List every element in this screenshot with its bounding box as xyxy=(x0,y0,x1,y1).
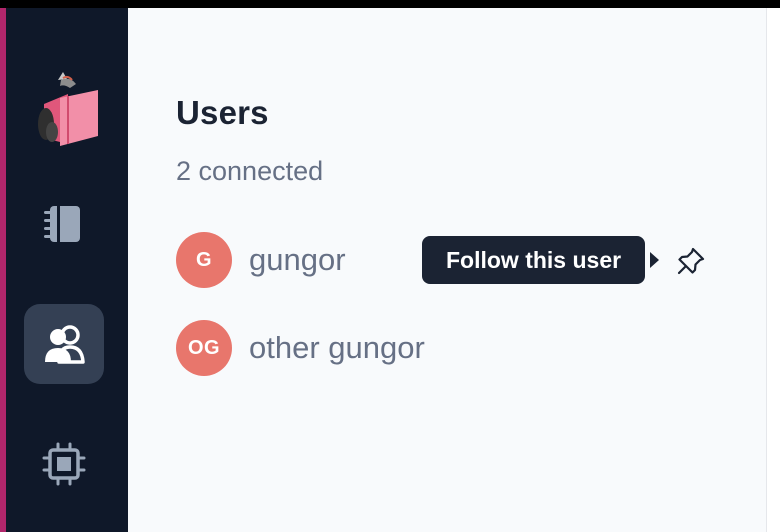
notebook-icon xyxy=(44,206,80,242)
pink-book-mascot-logo-icon xyxy=(38,72,98,146)
pin-icon xyxy=(677,247,705,275)
panel-title: Users xyxy=(176,94,269,131)
sidebar-item-notebook[interactable] xyxy=(24,184,104,264)
cpu-icon xyxy=(42,442,86,486)
users-icon xyxy=(45,325,85,364)
avatar: G xyxy=(176,232,232,288)
sidebar-item-hardware[interactable] xyxy=(24,424,104,504)
window-top-bar xyxy=(0,0,780,8)
sidebar xyxy=(6,8,128,532)
user-name: gungor xyxy=(249,242,346,277)
avatar: OG xyxy=(176,320,232,376)
app-logo[interactable] xyxy=(30,70,102,150)
user-name: other gungor xyxy=(249,330,425,365)
follow-user-button[interactable] xyxy=(674,244,708,278)
user-row-other-gungor[interactable]: OG other gungor xyxy=(176,320,425,376)
tooltip-arrow xyxy=(650,252,659,268)
users-panel: Users 2 connected G gungor OG other gung… xyxy=(128,8,766,532)
right-gutter xyxy=(767,8,780,532)
follow-tooltip: Follow this user xyxy=(422,236,646,284)
user-row-gungor[interactable]: G gungor xyxy=(176,232,346,288)
connected-count: 2 connected xyxy=(176,156,324,186)
sidebar-item-users[interactable] xyxy=(24,304,104,384)
